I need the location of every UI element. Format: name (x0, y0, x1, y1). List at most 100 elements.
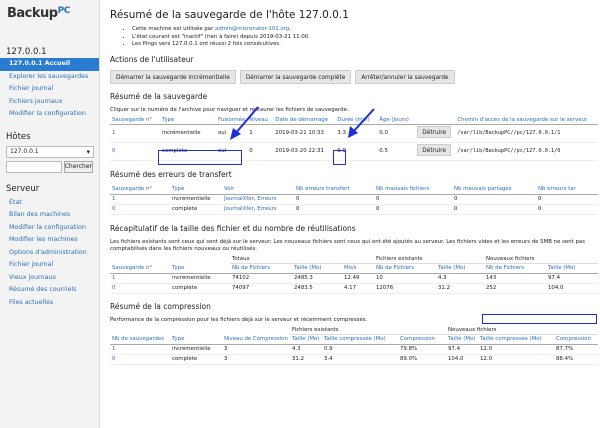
stop-backup-button[interactable]: Arrêter/annuler la sauvegarde (355, 69, 455, 84)
col-header[interactable]: Chemin d'accès de la sauvegarde sur le s… (455, 115, 598, 125)
col-header[interactable]: Nb erreurs transfert (294, 185, 374, 195)
backup-number-link[interactable]: 1 (112, 275, 115, 281)
col-header[interactable]: Taille (Mo) (436, 263, 484, 274)
nav-host-home[interactable]: 127.0.0.1 Accueil (0, 58, 99, 71)
main-content: Résumé de la sauvegarde de l'hôte 127.0.… (110, 0, 598, 365)
nav-log-file[interactable]: Fichier journal (0, 83, 99, 96)
col-header[interactable]: Nb mauvais partages (452, 185, 536, 195)
status-line: Les Pings vers 127.0.0.1 ont réussi 2 fo… (132, 41, 598, 49)
col-header[interactable]: Type (170, 263, 230, 274)
backup-number-link[interactable]: 1 (112, 196, 115, 202)
col-header[interactable]: Nb de sauvegardes (110, 334, 170, 345)
col-header[interactable]: Type (170, 334, 222, 345)
start-full-button[interactable]: Démarrer la sauvegarde complète (239, 69, 352, 84)
nav-status[interactable]: État (0, 197, 99, 210)
server-nav: État Bilan des machines Modifier la conf… (0, 197, 99, 310)
col-header[interactable]: Type (170, 185, 222, 195)
group-header: Fichiers existants (290, 325, 446, 335)
backuppc-logo[interactable]: BackupPC (0, 0, 99, 28)
col-header[interactable]: Taille (Mo) (546, 263, 598, 274)
col-header[interactable]: Sauvegarde n° (110, 263, 170, 274)
col-header[interactable]: Type (160, 115, 216, 125)
table-row: 1 incrémentielle 3 4.3 0.9 79.8% 97.4 12… (110, 344, 598, 355)
delete-backup-button[interactable]: Détruire (417, 144, 452, 156)
nav-edit-hosts[interactable]: Modifier les machines (0, 234, 99, 247)
delete-backup-button[interactable]: Détruire (417, 126, 452, 138)
backup-number-link[interactable]: 1 (112, 346, 115, 352)
hosts-title: Hôtes (6, 131, 31, 142)
nav-host-summary[interactable]: Bilan des machines (0, 209, 99, 222)
table-row: 0 complète 3 31.2 3.4 89.0% 104.0 12.0 8… (110, 354, 598, 365)
status-list: Cette machine est utilisée par admin@mic… (110, 26, 598, 49)
col-header[interactable]: Taille (Mo) (292, 263, 342, 274)
compression-title: Résumé de la compression (110, 301, 211, 311)
xfer-log-link[interactable]: JournalXfer (224, 196, 254, 202)
xfer-errors-table: Sauvegarde n° Type Voir Nb erreurs trans… (110, 185, 598, 215)
xfer-log-link[interactable]: JournalXfer (224, 206, 254, 212)
compression-table: Fichiers existants Nouveaux fichiers Nb … (110, 325, 598, 365)
col-header[interactable]: Sauvegarde n° (110, 115, 160, 125)
search-button[interactable]: Chercher (63, 160, 93, 173)
host-search-input[interactable] (6, 160, 62, 173)
file-size-note: Les fichiers existants sont ceux qui son… (110, 238, 585, 252)
actions-title: Actions de l'utilisateur (110, 54, 194, 64)
host-section-title: 127.0.0.1 (6, 47, 47, 57)
group-header: Nouveaux fichiers (446, 325, 598, 335)
highlight-box (482, 314, 597, 324)
nav-old-logs[interactable]: Vieux journaux (0, 272, 99, 285)
table-row: 0 complète 74097 2483.5 4.17 12076 31.2 … (110, 283, 598, 294)
page-title: Résumé de la sauvegarde de l'hôte 127.0.… (110, 9, 349, 21)
arrow-icon (348, 108, 375, 138)
owner-email-link[interactable]: admin@micronator-101.org (215, 26, 289, 32)
xfer-errors-title: Résumé des erreurs de transfert (110, 170, 232, 179)
nav-current-queues[interactable]: Files actuelles (0, 297, 99, 310)
nav-email-summary[interactable]: Résumé des courriels (0, 284, 99, 297)
actions-row: Démarrer la sauvegarde incrémentielle Dé… (110, 69, 598, 84)
col-header[interactable]: Date de démarrage (273, 115, 336, 125)
col-header[interactable]: Nb de Fichiers (484, 263, 546, 274)
host-select[interactable]: 127.0.0.1 (6, 145, 94, 158)
nav-edit-config[interactable]: Modifier la configuration (0, 108, 99, 121)
file-size-table: Totaux Fichiers existants Nouveaux fichi… (110, 254, 598, 294)
col-header[interactable]: Sauvegarde n° (110, 185, 170, 195)
highlight-box (158, 150, 242, 165)
nav-server-config[interactable]: Modifier la configuration (0, 222, 99, 235)
server-title: Serveur (6, 183, 40, 194)
backup-number-link[interactable]: 0 (112, 148, 115, 154)
nav-browse-backups[interactable]: Explorer les sauvegardes (0, 71, 99, 84)
errors-link[interactable]: Erreurs (257, 196, 276, 202)
backup-number-link[interactable]: 0 (112, 206, 115, 212)
nav-server-log[interactable]: Fichier journal (0, 259, 99, 272)
nav-admin-options[interactable]: Options d'administration (0, 247, 99, 260)
table-row: 1 incrémentielle JournalXfer, Erreurs 0 … (110, 194, 598, 205)
group-header: Nouveaux fichiers (484, 254, 598, 264)
col-header[interactable]: Nb erreurs tar (536, 185, 598, 195)
status-line: Cette machine est utilisée par admin@mic… (132, 26, 598, 34)
status-line: L'état courant est "inactif" (rien à fai… (132, 34, 598, 42)
nav-log-files[interactable]: Fichiers journaux (0, 96, 99, 109)
col-header[interactable]: Compression (554, 334, 598, 345)
start-incremental-button[interactable]: Démarrer la sauvegarde incrémentielle (110, 69, 236, 84)
col-header[interactable]: Voir (222, 185, 294, 195)
col-header[interactable]: Taille compressée (Mo) (478, 334, 554, 345)
arrow-icon (230, 106, 259, 140)
col-header[interactable]: Taille compressée (Mo) (322, 334, 398, 345)
backup-number-link[interactable]: 0 (112, 356, 115, 362)
sidebar: BackupPC 127.0.0.1 127.0.0.1 Accueil Exp… (0, 0, 100, 428)
group-header: Fichiers existants (374, 254, 484, 264)
col-header[interactable]: Nb de Fichiers (230, 263, 292, 274)
highlight-box (333, 150, 346, 165)
col-header[interactable]: Compression (398, 334, 446, 345)
col-header[interactable]: Nb de Fichiers (374, 263, 436, 274)
backup-number-link[interactable]: 0 (112, 285, 115, 291)
table-row: 0 complète JournalXfer, Erreurs 0 0 0 0 (110, 204, 598, 215)
col-header[interactable]: Mo/s (342, 263, 374, 274)
col-header[interactable]: Nb mauvais fichiers (374, 185, 452, 195)
col-header[interactable]: Taille (Mo) (446, 334, 478, 345)
backup-number-link[interactable]: 1 (112, 130, 115, 136)
errors-link[interactable]: Erreurs (257, 206, 276, 212)
file-size-title: Récapitulatif de la taille des fichier e… (110, 223, 356, 233)
group-header: Totaux (230, 254, 374, 264)
col-header[interactable]: Niveau de Compression (222, 334, 290, 345)
col-header[interactable]: Taille (Mo) (290, 334, 322, 345)
